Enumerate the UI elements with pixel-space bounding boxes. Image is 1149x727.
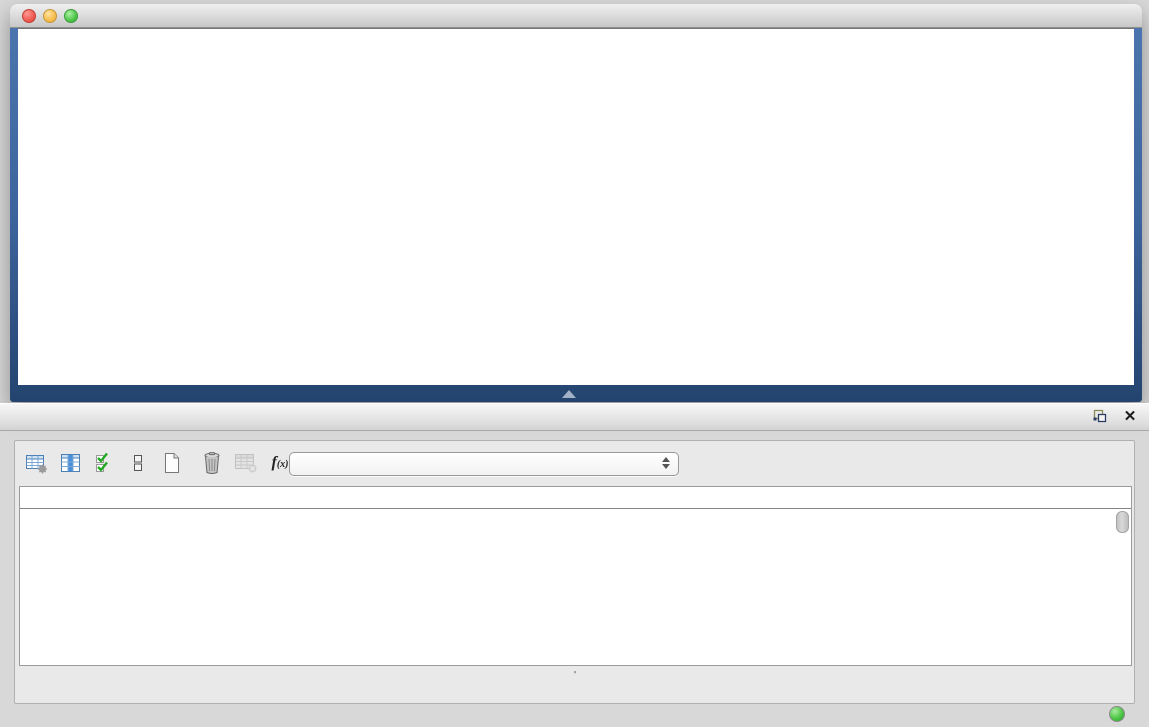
close-panel-icon[interactable]: ✕ bbox=[1121, 407, 1139, 425]
citation-network-graph[interactable] bbox=[18, 29, 1134, 385]
show-column-icon[interactable] bbox=[57, 450, 83, 476]
float-panel-icon[interactable] bbox=[1091, 407, 1109, 425]
new-table-icon[interactable] bbox=[159, 450, 185, 476]
dropdown-stepper-icon bbox=[662, 457, 670, 469]
select-all-icon[interactable] bbox=[91, 450, 117, 476]
table-selector-dropdown[interactable] bbox=[289, 452, 679, 476]
delete-table-icon bbox=[233, 450, 259, 476]
table-header-row bbox=[20, 487, 1131, 509]
scrollbar-thumb[interactable] bbox=[1116, 511, 1129, 533]
window-titlebar[interactable] bbox=[10, 4, 1142, 28]
table-toolbar: f(x) bbox=[23, 448, 301, 478]
network-canvas[interactable] bbox=[18, 28, 1134, 385]
table-panel-body: f(x) bbox=[14, 440, 1135, 704]
attribute-table bbox=[19, 486, 1132, 666]
table-type-tabs bbox=[574, 671, 576, 673]
network-view-window bbox=[10, 4, 1142, 402]
splitter-handle[interactable] bbox=[562, 390, 576, 398]
window-minimize-button[interactable] bbox=[43, 9, 57, 23]
table-scrollbar[interactable] bbox=[1116, 511, 1128, 661]
memory-ok-indicator-icon[interactable] bbox=[1109, 706, 1125, 722]
status-bar bbox=[0, 702, 1149, 727]
window-zoom-button[interactable] bbox=[64, 9, 78, 23]
table-tabs-row bbox=[15, 671, 1134, 673]
table-settings-icon[interactable] bbox=[23, 450, 49, 476]
delete-attribute-icon[interactable] bbox=[199, 450, 225, 476]
row-height-icon[interactable] bbox=[125, 450, 151, 476]
table-panel-titlebar: ✕ bbox=[0, 403, 1149, 431]
window-close-button[interactable] bbox=[22, 9, 36, 23]
